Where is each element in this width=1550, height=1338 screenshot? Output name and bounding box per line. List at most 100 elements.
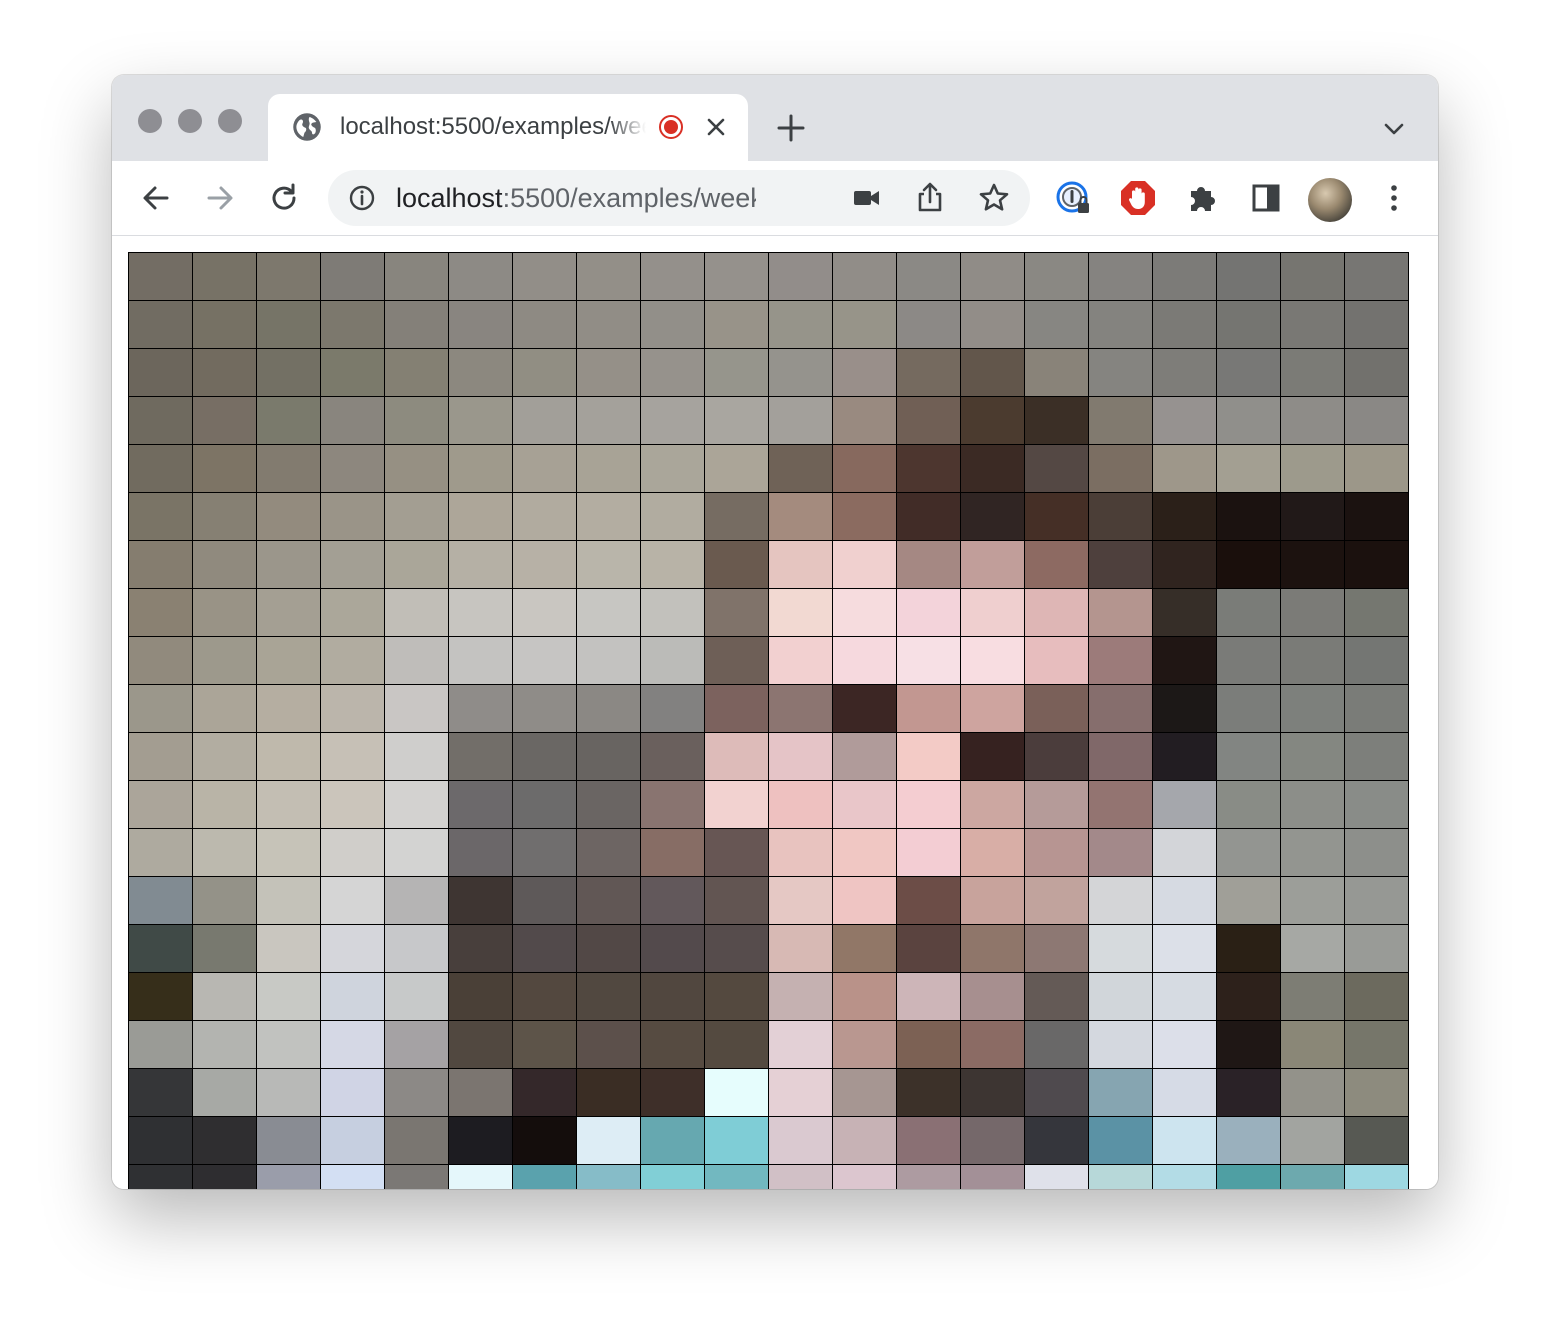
new-tab-icon[interactable] <box>774 111 808 145</box>
mosaic-cell <box>833 973 897 1021</box>
mosaic-cell <box>129 349 193 397</box>
mosaic-cell <box>961 685 1025 733</box>
mosaic-cell <box>641 349 705 397</box>
mosaic-cell <box>833 733 897 781</box>
close-tab-icon[interactable] <box>702 113 730 141</box>
mosaic-cell <box>1153 1117 1217 1165</box>
profile-avatar[interactable] <box>1308 178 1352 222</box>
extension-adblock-icon[interactable] <box>1118 178 1158 218</box>
more-menu-icon[interactable] <box>1374 178 1414 218</box>
mosaic-cell <box>1217 1069 1281 1117</box>
mosaic-cell <box>257 493 321 541</box>
tab-search-chevron-icon[interactable] <box>1380 115 1408 143</box>
mosaic-cell <box>513 925 577 973</box>
url-text[interactable]: localhost:5500/examples/week... <box>396 182 756 214</box>
mosaic-cell <box>897 1117 961 1165</box>
mosaic-cell <box>385 445 449 493</box>
mosaic-cell <box>1281 493 1345 541</box>
share-icon[interactable] <box>910 178 950 218</box>
mosaic-cell <box>1217 349 1281 397</box>
mosaic-cell <box>193 685 257 733</box>
mosaic-cell <box>577 541 641 589</box>
mosaic-cell <box>449 349 513 397</box>
mosaic-cell <box>641 1069 705 1117</box>
camera-icon[interactable] <box>846 178 886 218</box>
zoom-window-button[interactable] <box>218 109 242 133</box>
mosaic-cell <box>1217 1117 1281 1165</box>
mosaic-cell <box>1217 589 1281 637</box>
mosaic-cell <box>385 925 449 973</box>
mosaic-cell <box>961 589 1025 637</box>
mosaic-cell <box>1025 781 1089 829</box>
mosaic-cell <box>1153 253 1217 301</box>
mosaic-cell <box>1025 301 1089 349</box>
extensions-puzzle-icon[interactable] <box>1182 178 1222 218</box>
mosaic-cell <box>257 1021 321 1069</box>
active-tab[interactable]: localhost:5500/examples/week <box>268 94 748 161</box>
mosaic-cell <box>961 349 1025 397</box>
mosaic-cell <box>577 781 641 829</box>
site-info-icon[interactable] <box>348 184 376 212</box>
mosaic-cell <box>769 253 833 301</box>
mosaic-cell <box>833 253 897 301</box>
mosaic-cell <box>1153 877 1217 925</box>
mosaic-cell <box>321 781 385 829</box>
forward-arrow-icon[interactable] <box>200 178 240 218</box>
mosaic-cell <box>449 1117 513 1165</box>
extension-onepassword-icon[interactable] <box>1054 178 1094 218</box>
mosaic-cell <box>513 877 577 925</box>
mosaic-cell <box>385 829 449 877</box>
mosaic-cell <box>321 397 385 445</box>
mosaic-cell <box>577 301 641 349</box>
mosaic-cell <box>129 973 193 1021</box>
mosaic-cell <box>1217 925 1281 973</box>
mosaic-cell <box>1281 349 1345 397</box>
mosaic-cell <box>1025 541 1089 589</box>
mosaic-cell <box>513 637 577 685</box>
tab-title: localhost:5500/examples/week <box>340 113 646 140</box>
mosaic-cell <box>897 973 961 1021</box>
mosaic-cell <box>1089 349 1153 397</box>
mosaic-cell <box>1345 493 1409 541</box>
mosaic-cell <box>321 829 385 877</box>
bookmark-star-icon[interactable] <box>974 178 1014 218</box>
mosaic-cell <box>641 877 705 925</box>
mosaic-cell <box>1089 685 1153 733</box>
mosaic-cell <box>129 781 193 829</box>
mosaic-cell <box>705 589 769 637</box>
mosaic-cell <box>449 1069 513 1117</box>
mosaic-cell <box>577 589 641 637</box>
close-window-button[interactable] <box>138 109 162 133</box>
mosaic-cell <box>897 1165 961 1189</box>
mosaic-cell <box>513 1165 577 1189</box>
mosaic-cell <box>1025 349 1089 397</box>
mosaic-cell <box>513 541 577 589</box>
mosaic-cell <box>769 301 833 349</box>
mosaic-cell <box>1089 637 1153 685</box>
address-bar[interactable]: localhost:5500/examples/week... <box>328 170 1030 226</box>
mosaic-cell <box>513 253 577 301</box>
mosaic-cell <box>1153 925 1217 973</box>
mosaic-cell <box>705 349 769 397</box>
mosaic-cell <box>449 733 513 781</box>
mosaic-cell <box>1217 829 1281 877</box>
mosaic-cell <box>513 685 577 733</box>
mosaic-cell <box>961 1069 1025 1117</box>
mosaic-cell <box>705 781 769 829</box>
mosaic-cell <box>449 973 513 1021</box>
mosaic-cell <box>129 397 193 445</box>
mosaic-cell <box>577 253 641 301</box>
mosaic-cell <box>1089 733 1153 781</box>
minimize-window-button[interactable] <box>178 109 202 133</box>
mosaic-cell <box>1153 829 1217 877</box>
mosaic-cell <box>769 877 833 925</box>
mosaic-cell <box>385 493 449 541</box>
back-arrow-icon[interactable] <box>136 178 176 218</box>
mosaic-cell <box>129 925 193 973</box>
mosaic-cell <box>1153 973 1217 1021</box>
page-content <box>112 236 1438 1189</box>
mosaic-cell <box>961 301 1025 349</box>
reload-icon[interactable] <box>264 178 304 218</box>
side-panel-icon[interactable] <box>1246 178 1286 218</box>
mosaic-cell <box>897 685 961 733</box>
